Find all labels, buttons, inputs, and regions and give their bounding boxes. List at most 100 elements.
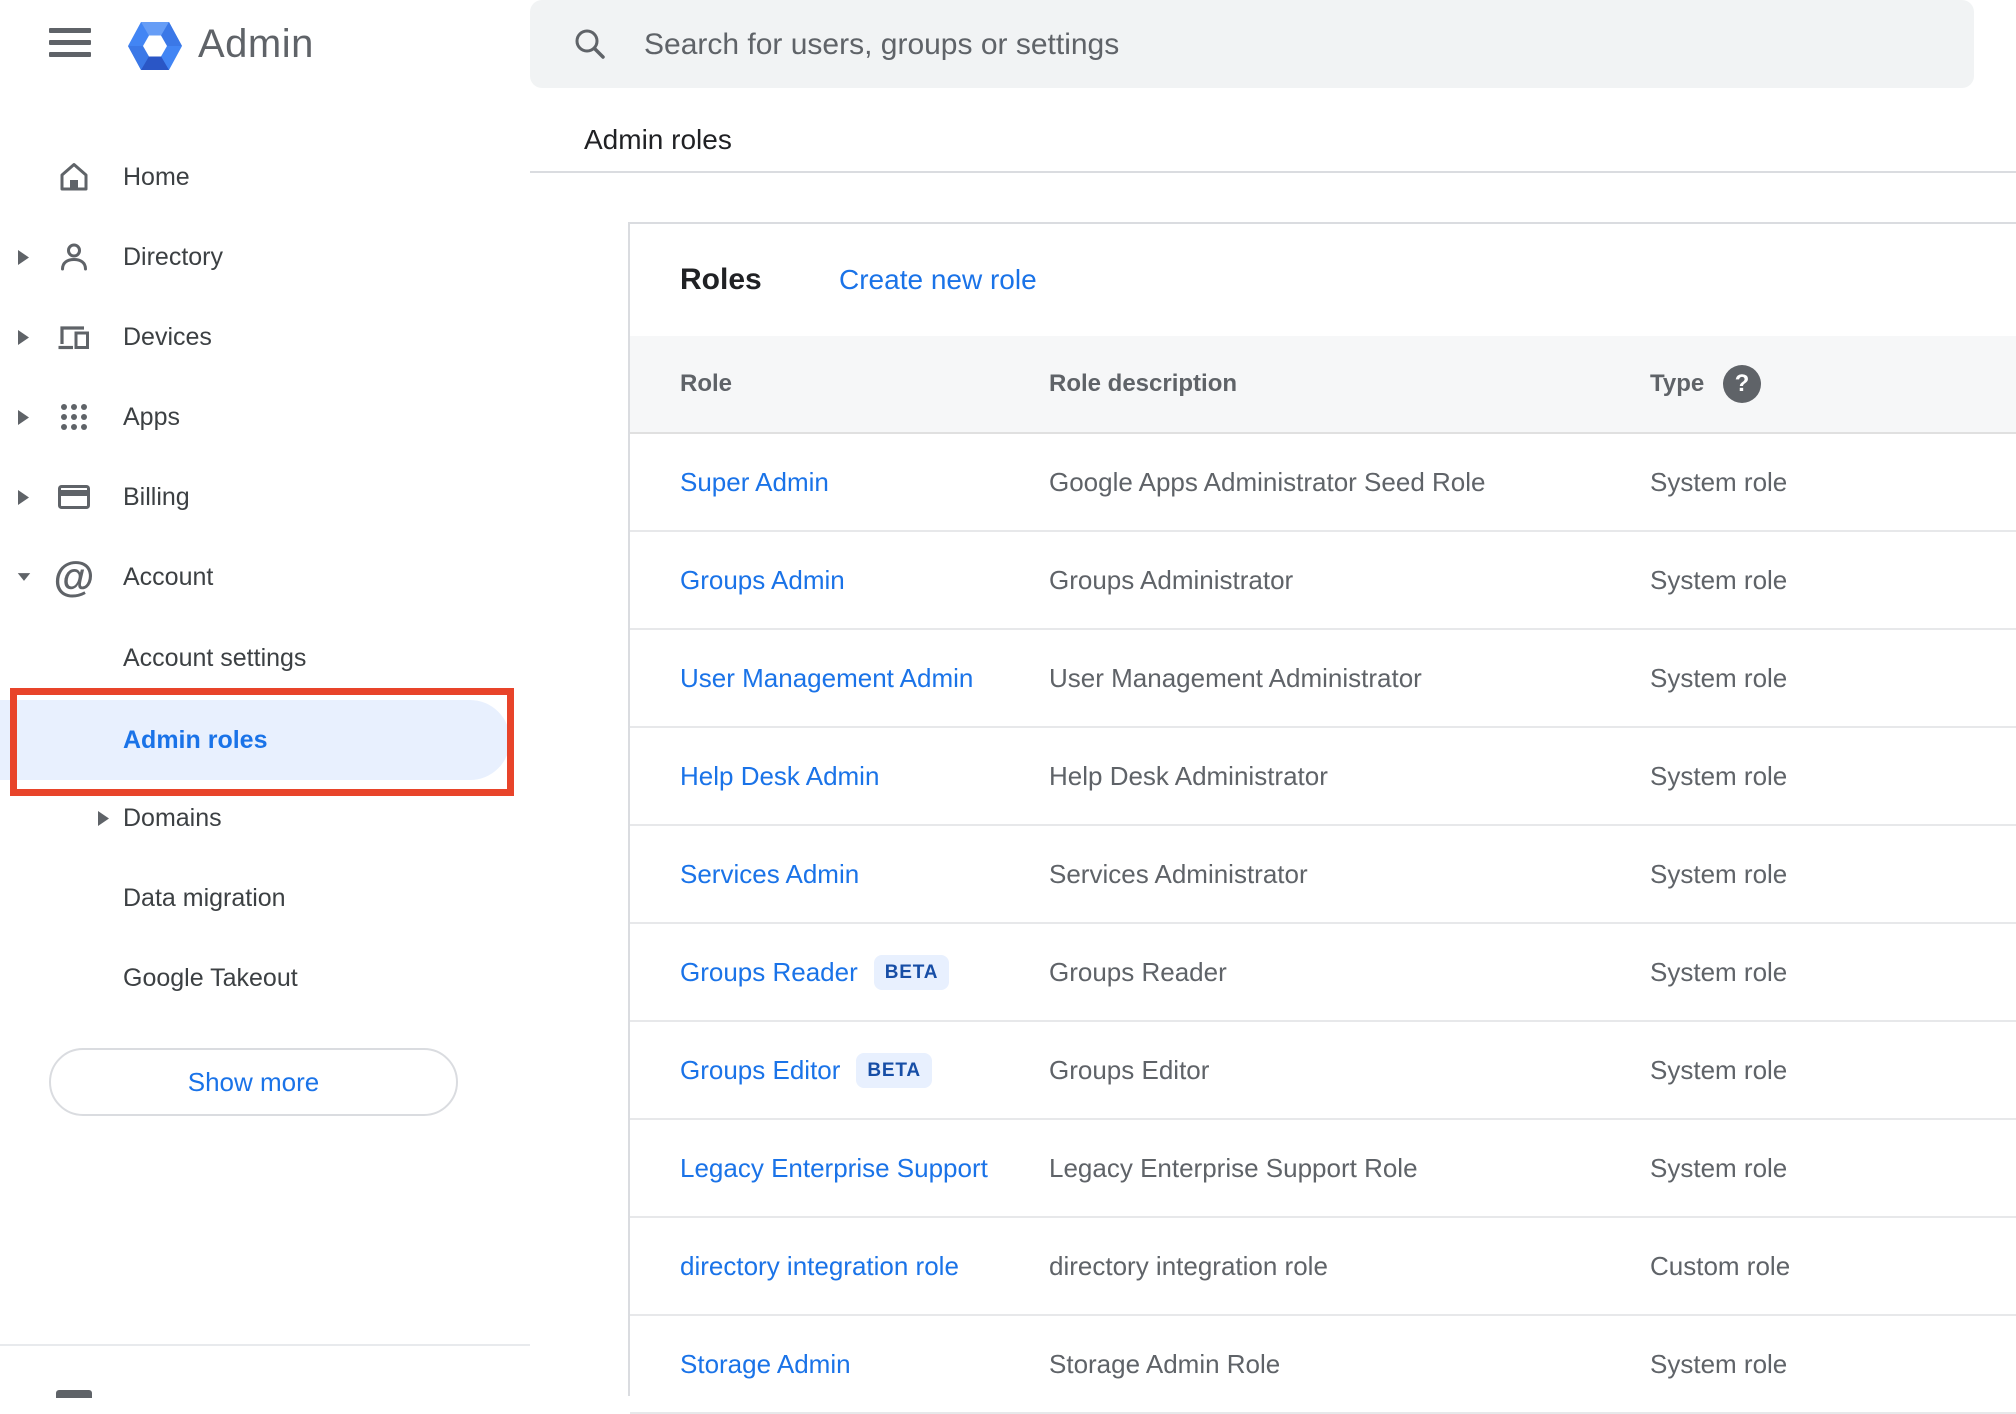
sidebar-item-label: Devices	[123, 322, 212, 351]
sidebar-item-devices[interactable]: Devices	[0, 297, 530, 377]
sidebar-item-domains[interactable]: Domains	[0, 778, 530, 858]
role-link[interactable]: Services Admin	[680, 859, 859, 890]
role-link[interactable]: Groups Editor	[680, 1055, 840, 1086]
role-type: System role	[1650, 1054, 1788, 1085]
role-type: System role	[1650, 1152, 1788, 1183]
role-description: User Management Administrator	[1049, 662, 1422, 693]
admin-logo-icon	[128, 17, 182, 75]
table-row: Help Desk Admin Help Desk Administrator …	[630, 728, 2016, 826]
roles-title: Roles	[680, 263, 762, 296]
role-type: System role	[1650, 858, 1788, 889]
role-description: Google Apps Administrator Seed Role	[1049, 466, 1486, 497]
column-header-role-description: Role description	[1049, 370, 1238, 397]
role-link[interactable]: Storage Admin	[680, 1349, 851, 1380]
table-row: Super Admin Google Apps Administrator Se…	[630, 434, 2016, 532]
role-description: Groups Administrator	[1049, 564, 1294, 595]
person-icon	[55, 238, 93, 276]
roles-card-titlebar: Roles Create new role	[630, 224, 2016, 336]
table-row: Legacy Enterprise Support Legacy Enterpr…	[630, 1120, 2016, 1218]
sidebar: Admin Home Directory Devices Apps Billin…	[0, 0, 530, 1398]
sidebar-item-apps[interactable]: Apps	[0, 377, 530, 457]
role-type: System role	[1650, 760, 1788, 791]
role-cell: Help Desk Admin	[680, 728, 879, 824]
credit-card-icon	[55, 478, 93, 516]
table-row: User Management Admin User Management Ad…	[630, 630, 2016, 728]
role-description: directory integration role	[1049, 1250, 1328, 1281]
role-cell: Storage Admin	[680, 1316, 851, 1412]
partial-bottom-icon	[56, 1390, 92, 1398]
roles-table-body: Super Admin Google Apps Administrator Se…	[630, 434, 2016, 1414]
role-type: System role	[1650, 662, 1788, 693]
role-description: Groups Reader	[1049, 956, 1227, 987]
role-cell: Super Admin	[680, 434, 829, 530]
chevron-down-icon	[17, 569, 31, 586]
sidebar-item-label: Google Takeout	[123, 963, 298, 992]
role-description: Legacy Enterprise Support Role	[1049, 1152, 1418, 1183]
search-input[interactable]	[642, 0, 1926, 90]
help-icon[interactable]: ?	[1723, 365, 1761, 403]
role-description: Help Desk Administrator	[1049, 760, 1328, 791]
devices-icon	[55, 318, 93, 356]
role-cell: Groups Admin	[680, 532, 845, 628]
sidebar-item-billing[interactable]: Billing	[0, 457, 530, 537]
table-row: Services Admin Services Administrator Sy…	[630, 826, 2016, 924]
chevron-right-icon	[17, 249, 31, 266]
chevron-right-icon	[17, 409, 31, 426]
sidebar-item-label: Admin roles	[123, 725, 268, 754]
role-cell: Groups Reader BETA	[680, 924, 950, 1020]
sidebar-item-label: Account	[123, 562, 214, 591]
sidebar-item-directory[interactable]: Directory	[0, 217, 530, 297]
chevron-right-icon	[17, 329, 31, 346]
sidebar-item-label: Account settings	[123, 643, 307, 672]
role-link[interactable]: Legacy Enterprise Support	[680, 1153, 988, 1184]
role-link[interactable]: Help Desk Admin	[680, 761, 879, 792]
role-type: System role	[1650, 564, 1788, 595]
role-link[interactable]: Groups Admin	[680, 565, 845, 596]
role-link[interactable]: User Management Admin	[680, 663, 973, 694]
role-description: Storage Admin Role	[1049, 1348, 1281, 1379]
sidebar-item-label: Directory	[123, 242, 224, 271]
beta-badge: BETA	[856, 1052, 932, 1088]
sidebar-item-home[interactable]: Home	[0, 137, 530, 217]
sidebar-item-label: Billing	[123, 482, 190, 511]
sidebar-item-admin-roles[interactable]: Admin roles	[0, 700, 510, 780]
app-title: Admin	[198, 22, 314, 66]
sidebar-item-account-settings[interactable]: Account settings	[0, 618, 530, 698]
admin-console: { "sidebar": { "logo": {"text": "Admin"}…	[0, 0, 2016, 1414]
header-divider	[530, 171, 2016, 173]
role-type: System role	[1650, 956, 1788, 987]
sidebar-item-label: Domains	[123, 803, 222, 832]
role-type: System role	[1650, 1348, 1788, 1379]
table-row: directory integration role directory int…	[630, 1218, 2016, 1316]
role-cell: directory integration role	[680, 1218, 959, 1314]
role-link[interactable]: Super Admin	[680, 467, 829, 498]
at-sign-icon: @	[53, 553, 95, 600]
beta-badge: BETA	[873, 954, 950, 990]
role-cell: Services Admin	[680, 826, 859, 922]
sidebar-item-label: Home	[123, 162, 190, 191]
table-row: Groups Reader BETA Groups Reader System …	[630, 924, 2016, 1022]
column-header-role: Role	[680, 370, 733, 397]
role-cell: Legacy Enterprise Support	[680, 1120, 988, 1216]
apps-grid-icon	[55, 398, 93, 436]
table-row: Groups Admin Groups Administrator System…	[630, 532, 2016, 630]
chevron-right-icon	[17, 489, 31, 506]
create-new-role-link[interactable]: Create new role	[839, 224, 1037, 336]
menu-icon[interactable]	[49, 28, 91, 57]
sidebar-item-google-takeout[interactable]: Google Takeout	[0, 938, 530, 1018]
role-link[interactable]: directory integration role	[680, 1251, 959, 1282]
role-description: Services Administrator	[1049, 858, 1308, 889]
table-row: Storage Admin Storage Admin Role System …	[630, 1316, 2016, 1414]
sidebar-item-data-migration[interactable]: Data migration	[0, 858, 530, 938]
role-cell: User Management Admin	[680, 630, 973, 726]
role-type: Custom role	[1650, 1250, 1791, 1281]
role-type: System role	[1650, 466, 1788, 497]
sidebar-item-account[interactable]: @ Account	[0, 537, 530, 617]
search-icon	[572, 26, 608, 62]
role-link[interactable]: Groups Reader	[680, 957, 858, 988]
show-more-button[interactable]: Show more	[49, 1048, 458, 1116]
table-header-row: Role Role description Type ?	[630, 336, 2016, 434]
search-bar	[530, 0, 1974, 90]
chevron-right-icon	[97, 810, 111, 827]
column-header-type: Type	[1650, 370, 1705, 397]
